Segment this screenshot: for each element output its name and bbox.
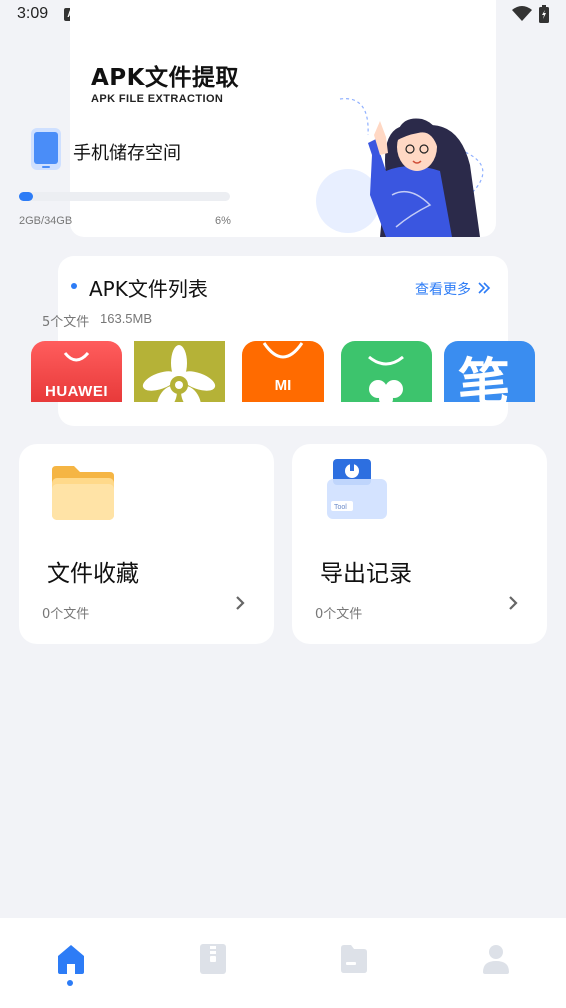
- active-indicator-dot: [67, 980, 73, 986]
- app-label-bi: 笔: [458, 353, 511, 402]
- chevron-right-icon[interactable]: [233, 594, 247, 612]
- hero-title: APK文件提取: [91, 65, 239, 91]
- status-time: 3:09: [17, 5, 49, 22]
- storage-used: 2GB/34GB: [19, 215, 73, 227]
- bag-handle-icon: [63, 351, 90, 362]
- apk-file-count: 5个文件: [42, 315, 90, 330]
- storage-progress-fill: [19, 192, 33, 201]
- app-icon-huawei[interactable]: HUAWEI: [31, 341, 122, 402]
- clover-icon: [368, 355, 404, 402]
- file-icon[interactable]: [339, 942, 369, 976]
- tool-box-icon: Tool: [327, 459, 387, 519]
- chevron-right-icon[interactable]: [506, 594, 520, 612]
- storage-label: 手机储存空间: [73, 143, 181, 164]
- apk-list-title: APK文件列表: [89, 277, 208, 301]
- double-chevron-right-icon[interactable]: [477, 281, 491, 295]
- favorites-card[interactable]: 文件收藏 0个文件: [19, 444, 274, 644]
- app-label-mi: MI: [274, 377, 292, 394]
- battery-icon: [539, 5, 549, 23]
- user-icon[interactable]: [481, 942, 511, 976]
- app-icon-bi[interactable]: 笔: [444, 341, 535, 402]
- app-icon-green[interactable]: [341, 341, 432, 402]
- home-icon[interactable]: [56, 942, 86, 976]
- app-icon-flower[interactable]: [134, 341, 225, 402]
- export-records-count: 0个文件: [315, 607, 363, 622]
- zip-icon[interactable]: [198, 942, 228, 976]
- hero-subtitle: APK FILE EXTRACTION: [91, 93, 224, 105]
- flower-icon: [142, 345, 216, 402]
- wifi-icon: [512, 6, 532, 21]
- svg-text:Tool: Tool: [334, 504, 347, 511]
- favorites-title: 文件收藏: [47, 561, 139, 587]
- storage-progress-bar: [19, 192, 230, 201]
- bottom-nav: [0, 918, 566, 1008]
- phone-icon: [31, 128, 61, 170]
- app-icon-mi[interactable]: MI: [242, 341, 324, 402]
- list-title-dot: [71, 283, 77, 289]
- view-more-link[interactable]: 查看更多: [415, 279, 471, 299]
- woman-illustration: [316, 98, 484, 237]
- hero-banner: APK文件提取 APK FILE EXTRACTION: [70, 0, 496, 237]
- favorites-count: 0个文件: [42, 607, 90, 622]
- folder-icon: [52, 466, 114, 520]
- export-records-card[interactable]: Tool 导出记录 0个文件: [292, 444, 547, 644]
- export-records-title: 导出记录: [320, 561, 412, 587]
- app-label-huawei: HUAWEI: [45, 383, 108, 400]
- storage-percent: 6%: [215, 215, 231, 227]
- apk-file-size: 163.5MB: [100, 311, 153, 326]
- bag-handle-icon: [262, 342, 304, 359]
